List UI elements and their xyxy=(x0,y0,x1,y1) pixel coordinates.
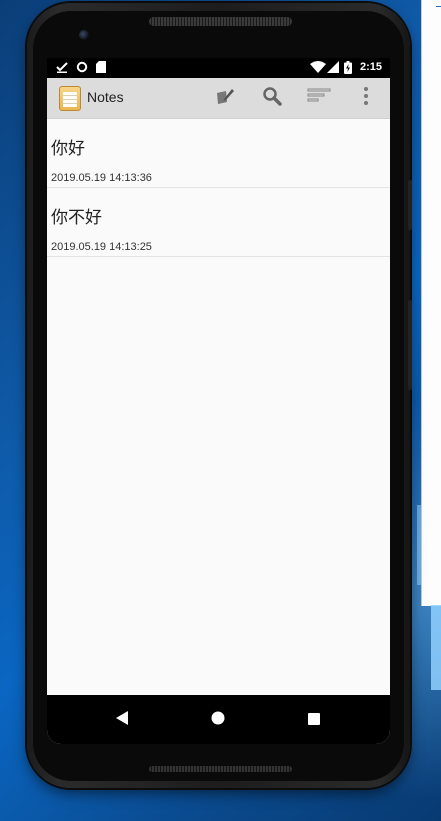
list-item[interactable]: 你好 2019.05.19 14:13:36 xyxy=(47,119,390,188)
battery-charging-icon xyxy=(344,61,352,78)
wifi-icon xyxy=(310,61,326,77)
circle-icon xyxy=(76,61,88,77)
phone-screen: 2:15 Notes 你好 2019.05.19 14:13:36 你不好 20… xyxy=(47,58,390,744)
note-date: 2019.05.19 14:13:25 xyxy=(51,241,152,253)
recents-button[interactable] xyxy=(301,707,327,733)
overflow-menu-icon xyxy=(363,86,369,110)
top-speaker xyxy=(149,17,292,26)
home-button[interactable] xyxy=(205,707,231,733)
new-note-icon xyxy=(215,87,235,109)
front-camera xyxy=(79,30,89,40)
list-item[interactable]: 你不好 2019.05.19 14:13:25 xyxy=(47,188,390,257)
sort-icon xyxy=(307,87,331,109)
sort-button[interactable] xyxy=(305,84,333,112)
new-note-button[interactable] xyxy=(211,84,239,112)
volume-button[interactable] xyxy=(408,300,412,390)
status-bar: 2:15 xyxy=(47,58,390,78)
back-icon xyxy=(115,710,129,730)
notepad-app-icon xyxy=(59,86,81,111)
home-icon xyxy=(210,710,226,730)
back-button[interactable] xyxy=(109,707,135,733)
windows-logo-fragment xyxy=(417,505,421,585)
sd-card-icon xyxy=(96,61,106,77)
search-icon xyxy=(262,86,282,110)
action-bar: Notes xyxy=(47,78,390,119)
note-title: 你好 xyxy=(51,139,85,159)
app-title: Notes xyxy=(87,89,124,105)
note-title: 你不好 xyxy=(51,208,102,228)
notes-list: 你好 2019.05.19 14:13:36 你不好 2019.05.19 14… xyxy=(47,119,390,257)
windows-logo-fragment xyxy=(431,605,441,690)
desktop-window-edge xyxy=(421,0,441,606)
recents-icon xyxy=(307,711,321,730)
bottom-speaker xyxy=(149,766,292,772)
power-button[interactable] xyxy=(408,180,412,230)
navigation-bar xyxy=(47,695,390,744)
cell-signal-icon xyxy=(327,61,339,77)
note-date: 2019.05.19 14:13:36 xyxy=(51,172,152,184)
overflow-menu-button[interactable] xyxy=(352,84,380,112)
download-done-icon xyxy=(56,61,68,77)
search-button[interactable] xyxy=(258,84,286,112)
status-time: 2:15 xyxy=(359,61,382,73)
